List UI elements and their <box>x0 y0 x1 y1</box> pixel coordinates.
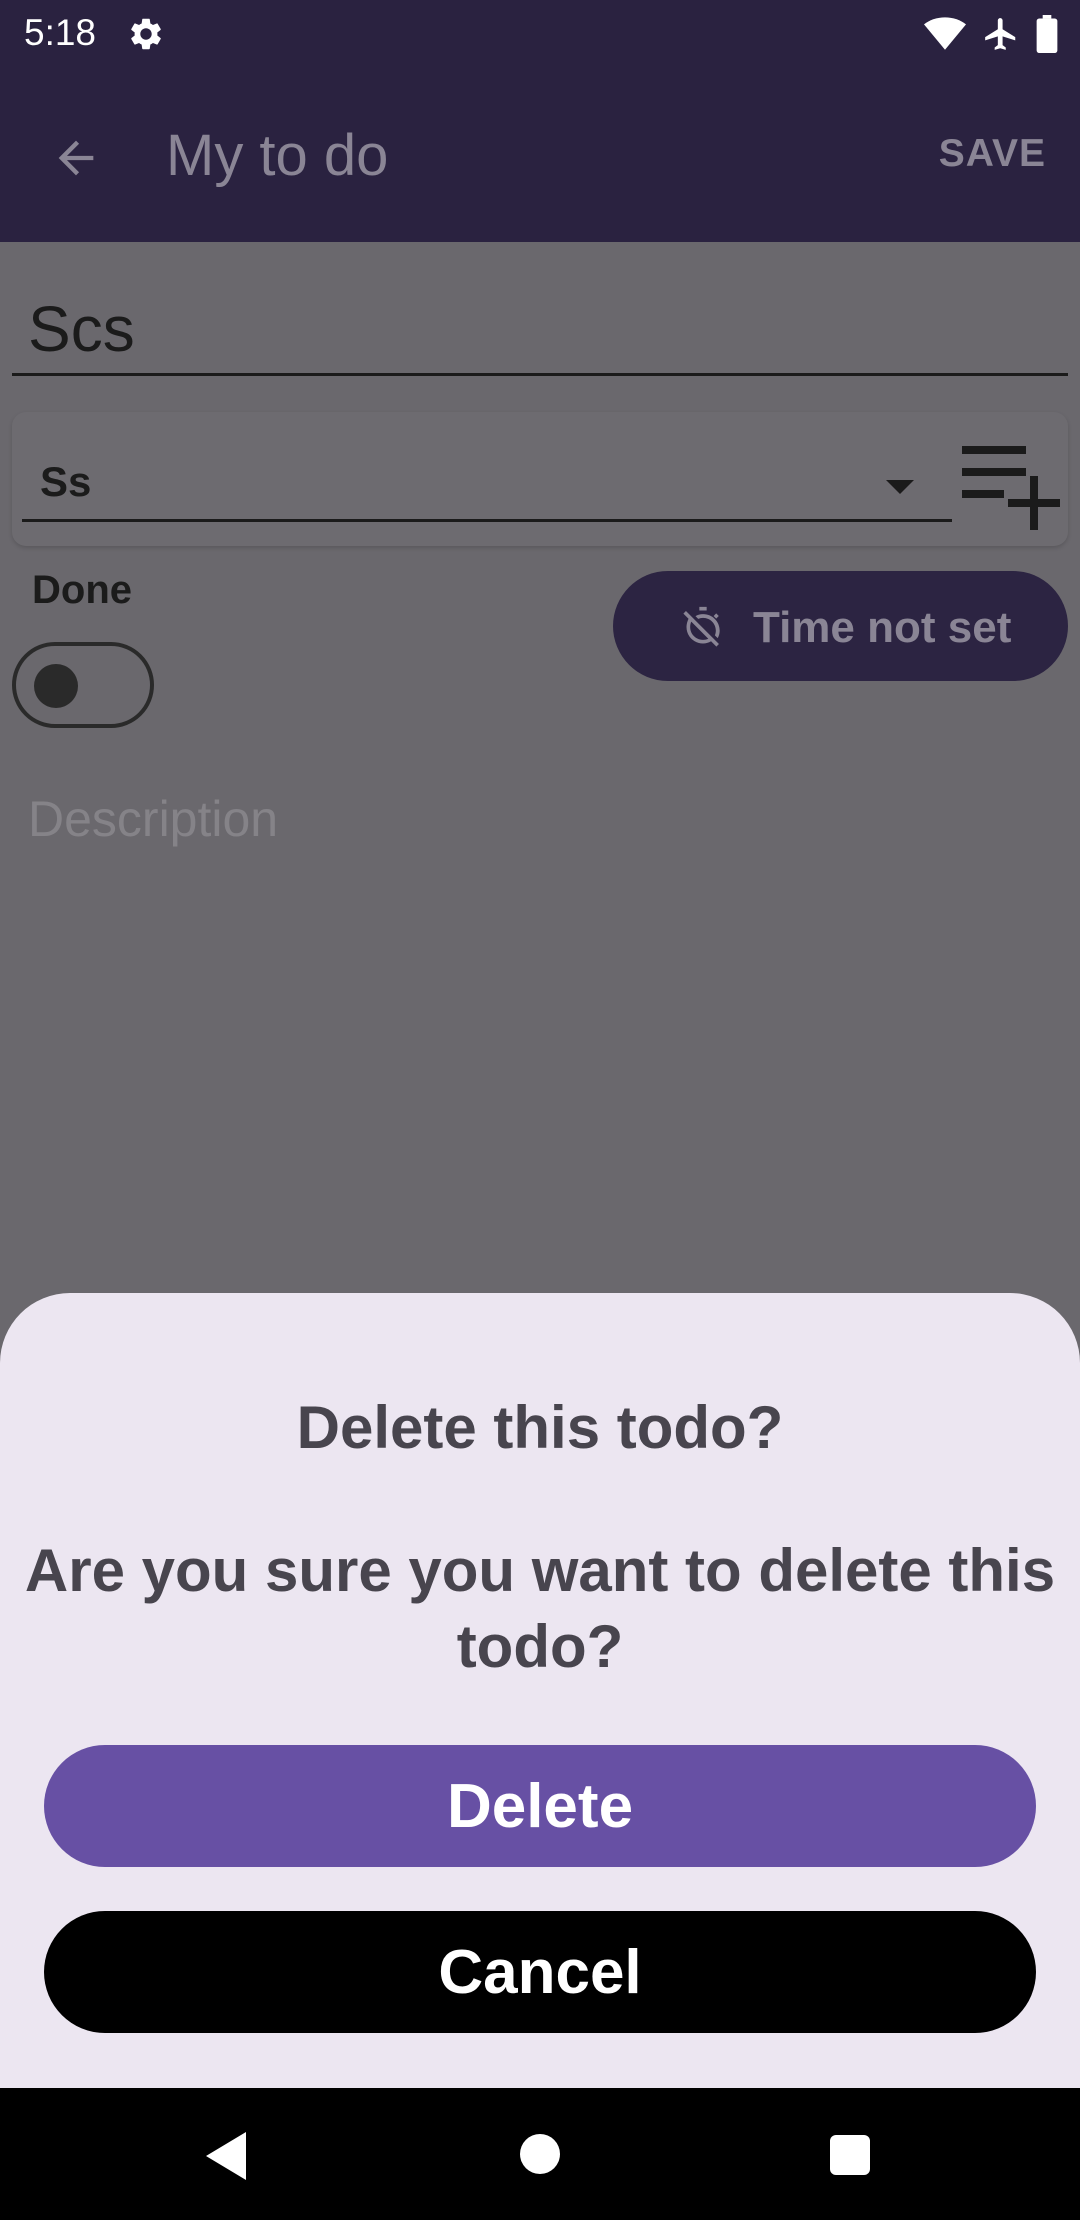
status-icons <box>924 14 1058 54</box>
description-input[interactable]: Description <box>28 790 278 848</box>
wifi-icon <box>924 17 966 50</box>
status-time: 5:18 <box>24 12 97 53</box>
category-value: Ss <box>40 458 92 505</box>
done-switch[interactable] <box>12 642 154 728</box>
back-button[interactable] <box>44 126 108 190</box>
dialog-title: Delete this todo? <box>296 1394 784 1461</box>
app-bar: My to do SAVE <box>0 66 1080 242</box>
cancel-button[interactable]: Cancel <box>44 1911 1036 2033</box>
status-bar: 5:18 <box>0 0 1080 66</box>
todo-title-input[interactable]: Scs <box>12 280 1068 376</box>
done-label: Done <box>32 568 132 612</box>
nav-back-icon[interactable] <box>202 2130 250 2182</box>
set-time-button[interactable]: Time not set <box>613 571 1068 681</box>
arrow-back-icon <box>58 140 94 176</box>
category-dropdown[interactable]: Ss <box>22 420 952 522</box>
system-nav-bar <box>0 2088 1080 2220</box>
todo-title-value: Scs <box>28 293 135 365</box>
battery-icon <box>1036 15 1058 53</box>
nav-recents-icon[interactable] <box>830 2135 870 2175</box>
switch-knob <box>34 664 78 708</box>
time-label: Time not set <box>753 603 1012 652</box>
page-title: My to do <box>166 123 389 188</box>
save-button[interactable]: SAVE <box>939 132 1046 176</box>
nav-home-icon[interactable] <box>520 2134 560 2174</box>
timer-off-icon <box>683 606 720 647</box>
airplane-icon <box>985 18 1016 50</box>
dropdown-arrow-icon <box>886 480 914 494</box>
playlist-add-icon[interactable] <box>960 440 1070 530</box>
category-card: Ss <box>12 412 1068 546</box>
gear-icon <box>131 18 161 50</box>
dialog-message: Are you sure you want to delete this tod… <box>24 1537 1056 1680</box>
delete-confirm-sheet: Delete this todo? Are you sure you want … <box>0 1293 1080 2088</box>
delete-button[interactable]: Delete <box>44 1745 1036 1867</box>
